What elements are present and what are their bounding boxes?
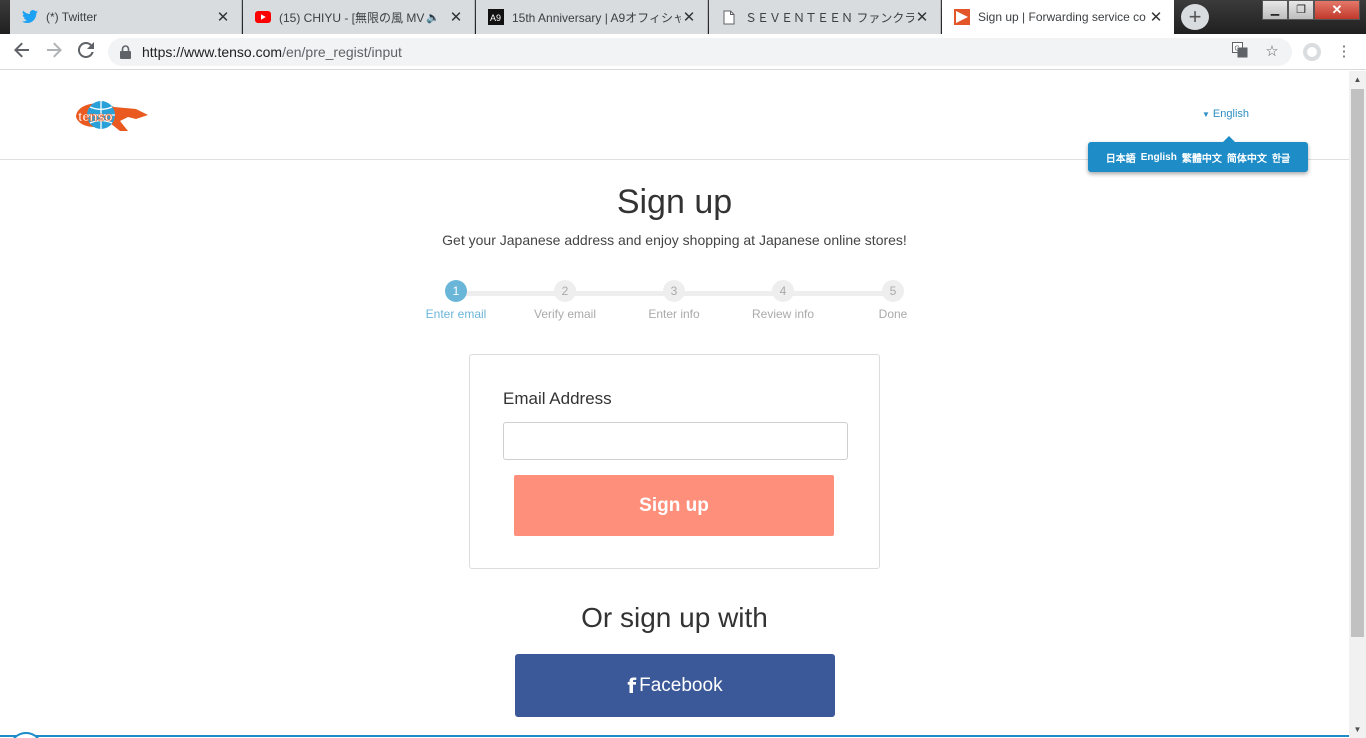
close-tab-icon[interactable]: ✕ [681, 8, 697, 26]
tab-title: 15th Anniversary | A9オフィシャ [512, 10, 681, 25]
caret-down-icon: ▼ [1202, 110, 1210, 119]
new-tab-button[interactable]: + [1181, 4, 1209, 30]
email-label: Email Address [503, 389, 612, 408]
address-bar[interactable]: https://www.tenso.com/en/pre_regist/inpu… [108, 38, 1292, 66]
language-toggle[interactable]: ▼ English [1202, 108, 1249, 120]
maximize-button[interactable]: ❐ [1288, 0, 1314, 20]
browser-tab-bar: (*) Twitter ✕ (15) CHIYU - [無限の風 MV 🔈 ✕ … [0, 0, 1366, 34]
step-enter-email: 1 Enter email [401, 280, 511, 321]
close-tab-icon[interactable]: ✕ [448, 8, 464, 26]
step-number: 4 [772, 280, 794, 302]
email-input[interactable] [503, 422, 848, 460]
facebook-label: Facebook [639, 674, 723, 696]
back-arrow-icon[interactable] [10, 40, 34, 64]
logo-text: tenso [78, 109, 113, 124]
page-subtitle: Get your Japanese address and enjoy shop… [442, 232, 907, 248]
step-done: 5 Done [838, 280, 948, 321]
browser-tab-seventeen[interactable]: ＳＥＶＥＮＴＥＥＮ ファンクラ ✕ [709, 0, 941, 34]
minimize-button[interactable]: ▁ [1262, 0, 1288, 20]
facebook-signup-button[interactable]: f Facebook [515, 654, 835, 717]
language-option-zh-tw[interactable]: 繁體中文 [1182, 150, 1222, 165]
step-number: 3 [663, 280, 685, 302]
close-tab-icon[interactable]: ✕ [215, 8, 231, 26]
step-label: Done [878, 307, 908, 321]
tenso-icon [954, 9, 970, 25]
signup-form-card: Email Address Sign up [469, 354, 880, 569]
scrollbar-thumb[interactable] [1351, 89, 1364, 637]
url-host: https://www.tenso.com [142, 44, 283, 60]
window-close-button[interactable]: ✕ [1314, 0, 1360, 20]
reload-icon[interactable] [74, 40, 98, 64]
url-text: https://www.tenso.com/en/pre_regist/inpu… [142, 44, 402, 60]
signup-progress-steps: 1 Enter email 2 Verify email 3 Enter inf… [401, 280, 947, 330]
a9-icon: A9 [488, 9, 504, 25]
step-enter-info: 3 Enter info [619, 280, 729, 321]
step-label: Enter email [425, 307, 487, 321]
speaker-icon[interactable]: 🔈 [426, 11, 440, 24]
menu-kebab-icon[interactable]: ⋮ [1334, 42, 1354, 62]
tenso-logo[interactable]: tenso [66, 95, 150, 137]
current-language: English [1212, 108, 1249, 120]
svg-text:A9: A9 [490, 13, 501, 23]
svg-text:G: G [1235, 46, 1240, 53]
step-label: Enter info [648, 307, 700, 321]
lock-icon [120, 45, 132, 59]
browser-tab-youtube[interactable]: (15) CHIYU - [無限の風 MV 🔈 ✕ [243, 0, 475, 34]
document-icon [721, 9, 737, 25]
signup-button[interactable]: Sign up [514, 475, 834, 536]
step-verify-email: 2 Verify email [510, 280, 620, 321]
tab-title: (15) CHIYU - [無限の風 MV [279, 10, 425, 25]
browser-tab-tenso[interactable]: Sign up | Forwarding service co ✕ [942, 0, 1174, 34]
browser-tab-twitter[interactable]: (*) Twitter ✕ [10, 0, 242, 34]
youtube-icon [255, 9, 271, 25]
bookmark-star-icon[interactable]: ☆ [1262, 42, 1282, 62]
language-menu: 日本語 English 繁體中文 简体中文 한글 [1088, 136, 1308, 172]
language-option-en[interactable]: English [1141, 152, 1177, 163]
footer-divider [0, 735, 1349, 737]
facebook-icon: f [627, 673, 637, 698]
browser-toolbar: https://www.tenso.com/en/pre_regist/inpu… [0, 34, 1366, 70]
step-number: 2 [554, 280, 576, 302]
translate-icon[interactable]: G [1230, 42, 1250, 62]
step-number: 5 [882, 280, 904, 302]
page-title: Sign up [616, 183, 733, 221]
page-viewport: tenso ▼ English 日本語 English 繁體中文 简体中文 한글 … [0, 71, 1349, 738]
language-option-zh-cn[interactable]: 简体中文 [1227, 150, 1267, 165]
forward-arrow-icon[interactable] [42, 40, 66, 64]
tab-title: (*) Twitter [46, 10, 98, 24]
step-review-info: 4 Review info [728, 280, 838, 321]
profile-avatar-icon[interactable] [1302, 42, 1322, 62]
tab-title: ＳＥＶＥＮＴＥＥＮ ファンクラ [745, 10, 914, 25]
language-option-ko[interactable]: 한글 [1272, 150, 1290, 165]
page-scrollbar[interactable]: ▲ ▼ [1349, 71, 1366, 738]
step-label: Review info [751, 307, 815, 321]
close-tab-icon[interactable]: ✕ [1148, 8, 1164, 26]
url-path: /en/pre_regist/input [282, 44, 402, 60]
scroll-up-arrow-icon[interactable]: ▲ [1349, 71, 1366, 88]
twitter-icon [22, 9, 38, 25]
step-number: 1 [445, 280, 467, 302]
close-tab-icon[interactable]: ✕ [914, 8, 930, 26]
step-label: Verify email [533, 307, 597, 321]
language-option-ja[interactable]: 日本語 [1106, 150, 1136, 165]
browser-tab-a9[interactable]: A9 15th Anniversary | A9オフィシャ ✕ [476, 0, 708, 34]
tab-title: Sign up | Forwarding service co [978, 10, 1146, 24]
alt-signup-title: Or sign up with [581, 602, 768, 633]
scroll-down-arrow-icon[interactable]: ▼ [1349, 721, 1366, 738]
